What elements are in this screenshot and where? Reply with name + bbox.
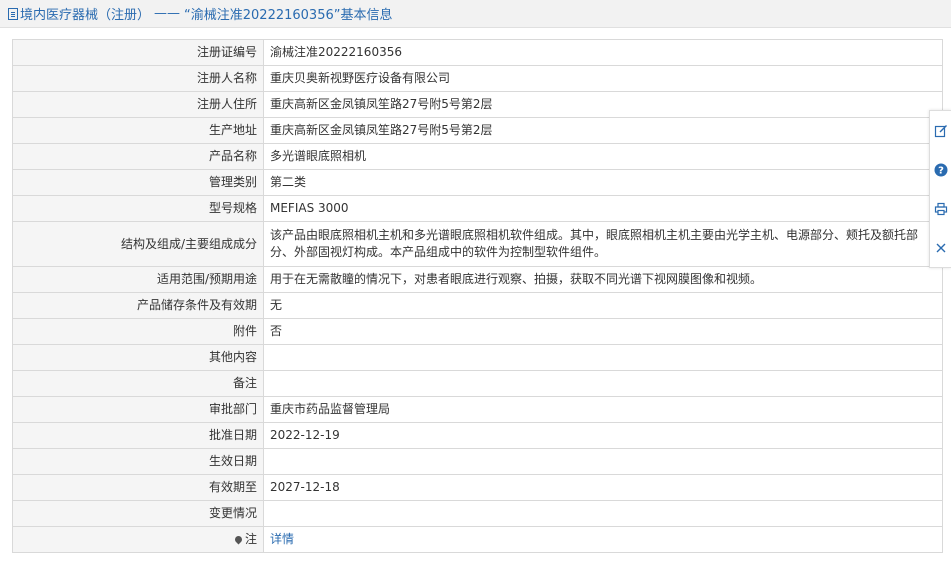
row-value: 重庆高新区金凤镇凤笙路27号附5号第2层 [263,117,943,144]
row-value: 第二类 [263,169,943,196]
row-label: 结构及组成/主要组成成分 [12,221,264,267]
row-label: 生效日期 [12,448,264,475]
table-row: 结构及组成/主要组成成分 该产品由眼底照相机主机和多光谱眼底照相机软件组成。其中… [12,221,943,267]
details-link[interactable]: 详情 [270,532,294,546]
table-row: 注册人住所 重庆高新区金凤镇凤笙路27号附5号第2层 [12,91,943,118]
note-value-cell: 详情 [263,526,943,553]
table-row: 适用范围/预期用途 用于在无需散瞳的情况下，对患者眼底进行观察、拍摄，获取不同光… [12,266,943,293]
row-label: 管理类别 [12,169,264,196]
table-row: 附件 否 [12,318,943,345]
table-row: 生产地址 重庆高新区金凤镇凤笙路27号附5号第2层 [12,117,943,144]
row-label: 注册证编号 [12,39,264,66]
row-label: 产品名称 [12,143,264,170]
row-value: 渝械注准20222160356 [263,39,943,66]
table-row: 其他内容 [12,344,943,371]
table-row: 注册证编号 渝械注准20222160356 [12,39,943,66]
info-table: 注册证编号 渝械注准20222160356 注册人名称 重庆贝奥新视野医疗设备有… [12,39,943,553]
row-label: 批准日期 [12,422,264,449]
breadcrumb-header: 境内医疗器械（注册） —— “渝械注准20222160356”基本信息 [0,0,951,28]
row-label: 附件 [12,318,264,345]
edit-icon[interactable] [934,124,948,138]
table-row: 有效期至 2027-12-18 [12,474,943,501]
table-row: 注册人名称 重庆贝奥新视野医疗设备有限公司 [12,65,943,92]
note-label-cell: 注 [12,526,264,553]
row-value: MEFIAS 3000 [263,195,943,222]
row-value [263,500,943,527]
row-value [263,448,943,475]
table-row: 产品名称 多光谱眼底照相机 [12,143,943,170]
row-label: 有效期至 [12,474,264,501]
row-label: 审批部门 [12,396,264,423]
row-value: 否 [263,318,943,345]
row-label: 其他内容 [12,344,264,371]
row-value [263,370,943,397]
row-value: 重庆贝奥新视野医疗设备有限公司 [263,65,943,92]
row-label: 注册人住所 [12,91,264,118]
table-row: 型号规格 MEFIAS 3000 [12,195,943,222]
row-value: 重庆市药品监督管理局 [263,396,943,423]
side-toolbar: ? [929,110,951,268]
table-row-note: 注 详情 [12,526,943,553]
table-row: 生效日期 [12,448,943,475]
pin-icon [233,534,244,545]
table-row: 审批部门 重庆市药品监督管理局 [12,396,943,423]
row-value: 该产品由眼底照相机主机和多光谱眼底照相机软件组成。其中，眼底照相机主机主要由光学… [263,221,943,267]
row-value: 无 [263,292,943,319]
close-icon[interactable] [934,241,948,255]
help-icon[interactable]: ? [934,163,948,177]
table-row: 备注 [12,370,943,397]
note-label: 注 [244,532,257,546]
row-label: 变更情况 [12,500,264,527]
row-value: 多光谱眼底照相机 [263,143,943,170]
print-icon[interactable] [934,202,948,216]
row-label: 型号规格 [12,195,264,222]
breadcrumb-separator: —— [154,6,181,21]
document-icon [8,7,18,20]
row-value: 2027-12-18 [263,474,943,501]
table-row: 管理类别 第二类 [12,169,943,196]
row-label: 注册人名称 [12,65,264,92]
breadcrumb-category[interactable]: 境内医疗器械（注册） [20,4,150,23]
row-label: 产品储存条件及有效期 [12,292,264,319]
row-value: 重庆高新区金凤镇凤笙路27号附5号第2层 [263,91,943,118]
row-value: 用于在无需散瞳的情况下，对患者眼底进行观察、拍摄，获取不同光谱下视网膜图像和视频… [263,266,943,293]
table-row: 产品储存条件及有效期 无 [12,292,943,319]
row-label: 生产地址 [12,117,264,144]
row-label: 适用范围/预期用途 [12,266,264,293]
table-row: 变更情况 [12,500,943,527]
page-title: “渝械注准20222160356”基本信息 [184,8,393,23]
row-value [263,344,943,371]
row-label: 备注 [12,370,264,397]
table-row: 批准日期 2022-12-19 [12,422,943,449]
svg-text:?: ? [938,165,944,176]
row-value: 2022-12-19 [263,422,943,449]
